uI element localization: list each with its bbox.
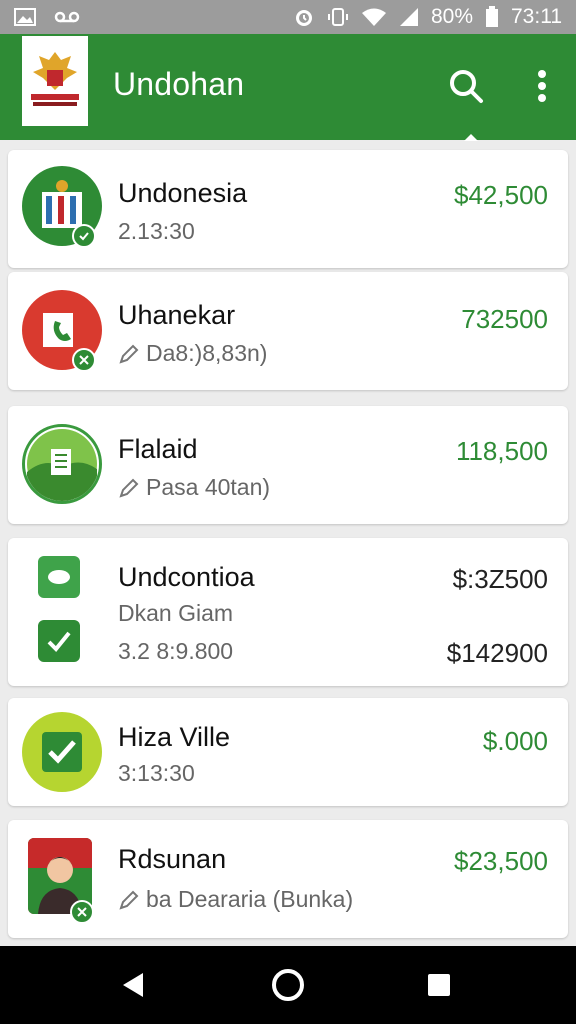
item-avatar xyxy=(22,424,102,504)
app-logo[interactable] xyxy=(22,36,88,126)
list-item[interactable]: Uhanekar Da8:)8,83n) 732500 xyxy=(8,272,568,390)
recents-button[interactable] xyxy=(414,960,464,1010)
checkbox-icon[interactable] xyxy=(38,620,80,662)
item-amount: $42,500 xyxy=(454,180,548,210)
item-name: Flalaid xyxy=(118,434,198,464)
more-vert-icon xyxy=(538,70,546,102)
task-check-icon xyxy=(42,732,82,772)
item-name: Rdsunan xyxy=(118,844,227,874)
search-button[interactable] xyxy=(444,64,488,108)
item-avatar xyxy=(22,712,102,792)
item-subtitle-row: Da8:)8,83n) xyxy=(118,340,267,367)
signal-icon xyxy=(399,7,419,27)
navigation-bar xyxy=(0,946,576,1024)
item-amount: $23,500 xyxy=(454,846,548,876)
item-name: Uhanekar xyxy=(118,300,236,330)
vibrate-icon xyxy=(327,6,349,28)
item-amount: $.000 xyxy=(482,726,548,756)
item-name: Undonesia xyxy=(118,178,248,208)
item-subtitle-row: Pasa 40tan) xyxy=(118,474,270,501)
item-subtitle-row: ba Deararia (Bunka) xyxy=(118,886,353,913)
wifi-icon xyxy=(361,7,387,27)
list-item[interactable]: Hiza Ville 3:13:30 $.000 xyxy=(8,698,568,806)
tools-badge-icon xyxy=(72,348,96,372)
item-subtitle: Dkan Giam xyxy=(118,600,234,626)
back-icon xyxy=(123,973,143,997)
list-item[interactable]: Rdsunan ba Deararia (Bunka) $23,500 xyxy=(8,820,568,938)
list-item[interactable]: Flalaid Pasa 40tan) 118,500 xyxy=(8,406,568,524)
item-subtitle: ba Deararia (Bunka) xyxy=(146,886,354,912)
check-badge-icon xyxy=(72,224,96,248)
app-bar: Undohan xyxy=(0,34,576,141)
item-subtitle: 3:13:30 xyxy=(118,760,195,786)
item-subtitle: 2.13:30 xyxy=(118,218,195,244)
list-item[interactable]: Undcontioa Dkan Giam 3.2 8:9.800 $:3Z500… xyxy=(8,538,568,686)
battery-icon xyxy=(485,6,499,28)
item-subtitle: Pasa 40tan) xyxy=(146,474,271,500)
item-name: Hiza Ville xyxy=(118,722,231,752)
item-subtitle-secondary: 3.2 8:9.800 xyxy=(118,638,234,664)
pencil-icon xyxy=(119,344,139,364)
pencil-icon xyxy=(119,478,139,498)
item-amount: 732500 xyxy=(461,304,548,334)
clock: 73:11 xyxy=(511,5,562,28)
item-amount: 118,500 xyxy=(455,436,548,466)
voicemail-icon xyxy=(54,10,80,24)
home-button[interactable] xyxy=(263,960,313,1010)
image-icon xyxy=(14,8,36,26)
item-name: Undcontioa xyxy=(118,562,255,592)
status-bar: 80% 73:11 xyxy=(0,0,576,34)
chat-icon xyxy=(38,556,80,598)
phone-icon xyxy=(43,313,73,347)
list-item[interactable]: Undonesia 2.13:30 $42,500 xyxy=(8,150,568,268)
item-subtitle: Da8:)8,83n) xyxy=(146,340,268,366)
back-button[interactable] xyxy=(108,960,158,1010)
battery-percent: 80% xyxy=(430,5,473,28)
search-icon xyxy=(450,70,483,103)
transaction-list: Undonesia 2.13:30 $42,500 Uhanekar Da8:)… xyxy=(0,140,576,946)
home-icon xyxy=(272,969,304,1001)
pencil-icon xyxy=(119,890,139,910)
more-options-button[interactable] xyxy=(526,64,558,108)
app-title: Undohan xyxy=(113,66,245,102)
tools-badge-icon xyxy=(70,900,94,924)
landscape-icon xyxy=(27,429,97,501)
alarm-icon xyxy=(293,6,315,28)
item-amount: $:3Z500 xyxy=(452,564,548,594)
recents-icon xyxy=(428,974,450,996)
item-amount-secondary: $142900 xyxy=(446,638,548,668)
